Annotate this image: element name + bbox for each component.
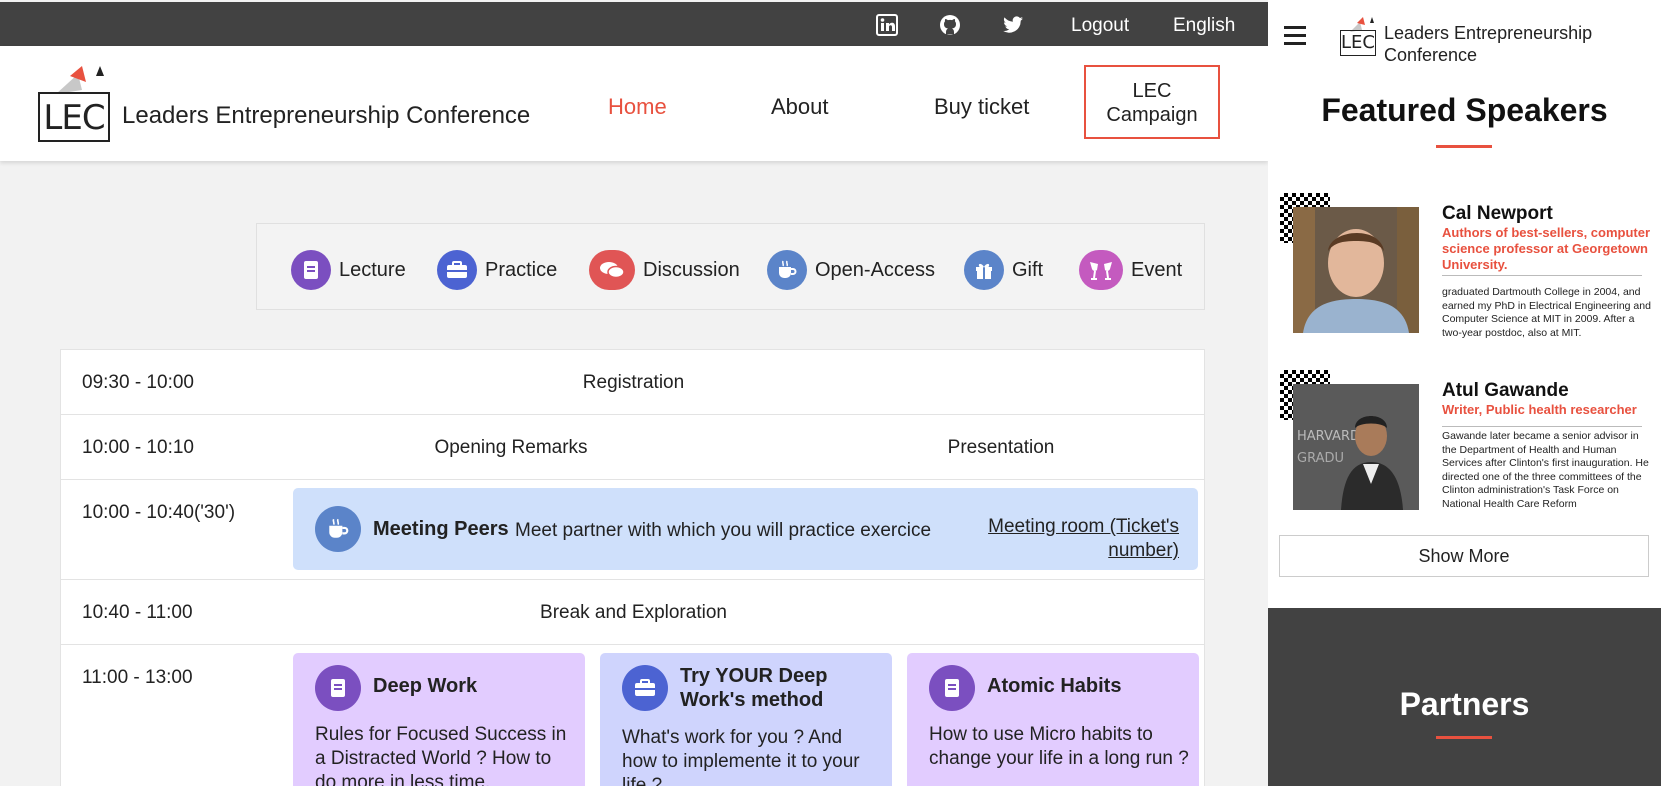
coffee-cup-icon: [315, 506, 361, 552]
schedule-row: 10:00 - 10:40('30') Meeting Peers Meet p…: [61, 480, 1204, 580]
schedule-row: 09:30 - 10:00 Registration: [61, 350, 1204, 415]
speaker-bio: graduated Dartmouth College in 2004, and…: [1442, 286, 1651, 339]
campaign-line-1: LEC: [1132, 80, 1172, 102]
chat-bubbles-icon: [589, 250, 635, 290]
logo[interactable]: LEC: [38, 92, 110, 142]
linkedin-icon[interactable]: [876, 14, 898, 36]
session-card-deep-work-method[interactable]: Try YOUR Deep Work's method What's work …: [600, 653, 892, 786]
logo[interactable]: LEC: [1340, 30, 1376, 56]
brand-line-1: Leaders Entrepreneurship: [1384, 23, 1593, 43]
time-slot: 10:00 - 10:40('30'): [82, 502, 236, 523]
svg-text:HARVARD: HARVARD: [1297, 429, 1360, 444]
navbar: LEC Leaders Entrepreneurship Conference …: [0, 46, 1268, 161]
session-title: Presentation: [947, 437, 1055, 458]
show-more-button[interactable]: Show More: [1279, 535, 1649, 577]
speaker-photo: HARVARD GRADU: [1293, 384, 1419, 510]
speaker-photo: [1293, 207, 1419, 333]
card-title: Deep Work: [373, 675, 478, 697]
schedule-row: 10:00 - 10:10 Opening Remarks Presentati…: [61, 415, 1204, 480]
legend-practice[interactable]: Practice: [437, 250, 557, 290]
legend-label: Event: [1131, 258, 1183, 281]
briefcase-icon: [622, 665, 668, 711]
speaker-role: Writer, Public health researcher: [1442, 402, 1637, 417]
featured-speakers-title: Featured Speakers: [1321, 92, 1608, 128]
speaker-card[interactable]: HARVARD GRADU Atul Gawande Writer, Publi…: [1280, 370, 1655, 530]
meeting-peers-card[interactable]: Meeting Peers Meet partner with which yo…: [293, 488, 1198, 570]
gift-icon: [964, 250, 1004, 290]
coffee-cup-icon: [767, 250, 807, 290]
session-card-atomic-habits[interactable]: Atomic Habits How to use Micro habits to…: [907, 653, 1199, 786]
twitter-icon[interactable]: [1002, 14, 1024, 36]
champagne-glasses-icon: [1079, 250, 1123, 290]
session-card-deep-work[interactable]: Deep Work Rules for Focused Success in a…: [293, 653, 585, 786]
panel-header: LEC Leaders Entrepreneurship Conference: [1268, 0, 1661, 66]
divider: [1442, 426, 1642, 427]
card-description: How to use Micro habits to change your l…: [929, 724, 1189, 769]
title-underline: [1436, 736, 1492, 739]
svg-text:GRADU: GRADU: [1297, 451, 1344, 466]
partners-section: Partners: [1268, 608, 1661, 786]
lec-campaign-button[interactable]: LEC Campaign: [1084, 65, 1220, 139]
top-bar: Logout English: [0, 2, 1268, 46]
speaker-bio: Gawande later became a senior advisor in…: [1442, 430, 1649, 510]
card-title: Meeting Peers: [373, 518, 509, 540]
schedule-row: 11:00 - 13:00 Deep Work Rules for Focuse…: [61, 645, 1204, 786]
legend-discussion[interactable]: Discussion: [589, 250, 740, 290]
brand-name[interactable]: Leaders Entrepreneurship Conference: [1384, 22, 1624, 66]
time-slot: 10:00 - 10:10: [82, 437, 194, 458]
right-panel: LEC Leaders Entrepreneurship Conference …: [1268, 0, 1661, 786]
book-icon: [291, 250, 331, 290]
legend-label: Open-Access: [815, 258, 936, 281]
campaign-line-2: Campaign: [1106, 104, 1198, 126]
partners-title: Partners: [1399, 686, 1530, 722]
title-underline: [1436, 145, 1492, 148]
card-description: Meet partner with which you will practic…: [515, 520, 932, 541]
legend-lecture[interactable]: Lecture: [291, 250, 406, 290]
github-icon[interactable]: [939, 14, 961, 36]
nav-home[interactable]: Home: [608, 94, 667, 120]
nav-buy-ticket[interactable]: Buy ticket: [934, 94, 1029, 120]
hamburger-menu-icon[interactable]: [1284, 26, 1306, 46]
schedule-table: 09:30 - 10:00 Registration 10:00 - 10:10…: [60, 349, 1205, 786]
speaker-role: Authors of best-sellers, computer scienc…: [1442, 225, 1651, 272]
activity-legend: Lecture Practice Discussion Open-Access …: [256, 223, 1205, 310]
legend-label: Lecture: [339, 258, 406, 281]
legend-label: Gift: [1012, 258, 1044, 281]
nav-about[interactable]: About: [771, 94, 829, 120]
card-title: Atomic Habits: [987, 675, 1122, 697]
language-selector[interactable]: English: [1173, 15, 1235, 37]
brand-line-2: Conference: [1384, 45, 1478, 65]
book-icon: [929, 665, 975, 711]
megaphone-logo-icon: [56, 66, 104, 94]
legend-event[interactable]: Event: [1079, 250, 1182, 290]
time-slot: 11:00 - 13:00: [82, 667, 193, 688]
legend-label: Discussion: [643, 258, 740, 281]
legend-label: Practice: [485, 258, 558, 281]
briefcase-icon: [437, 250, 477, 290]
speaker-card[interactable]: Cal Newport Authors of best-sellers, com…: [1280, 193, 1655, 353]
card-description: What's work for you ? And how to impleme…: [622, 727, 860, 786]
main-page: Logout English LEC Leaders Entrepreneurs…: [0, 0, 1268, 786]
schedule-row: 10:40 - 11:00 Break and Exploration: [61, 580, 1204, 645]
card-title: Try YOUR Deep Work's method: [680, 665, 828, 711]
session-title: Registration: [582, 372, 685, 393]
divider: [1442, 275, 1642, 276]
session-title: Break and Exploration: [540, 602, 727, 623]
speaker-name: Cal Newport: [1442, 203, 1553, 224]
book-icon: [315, 665, 361, 711]
session-title: Opening Remarks: [434, 437, 588, 458]
legend-open-access[interactable]: Open-Access: [767, 250, 935, 290]
logout-link[interactable]: Logout: [1071, 15, 1129, 37]
card-description: Rules for Focused Success in a Distracte…: [315, 724, 567, 786]
legend-gift[interactable]: Gift: [964, 250, 1043, 290]
brand-name[interactable]: Leaders Entrepreneurship Conference: [122, 102, 530, 130]
meeting-room-link[interactable]: Meeting room (Ticket's number): [955, 515, 1179, 563]
speaker-name: Atul Gawande: [1442, 380, 1569, 401]
